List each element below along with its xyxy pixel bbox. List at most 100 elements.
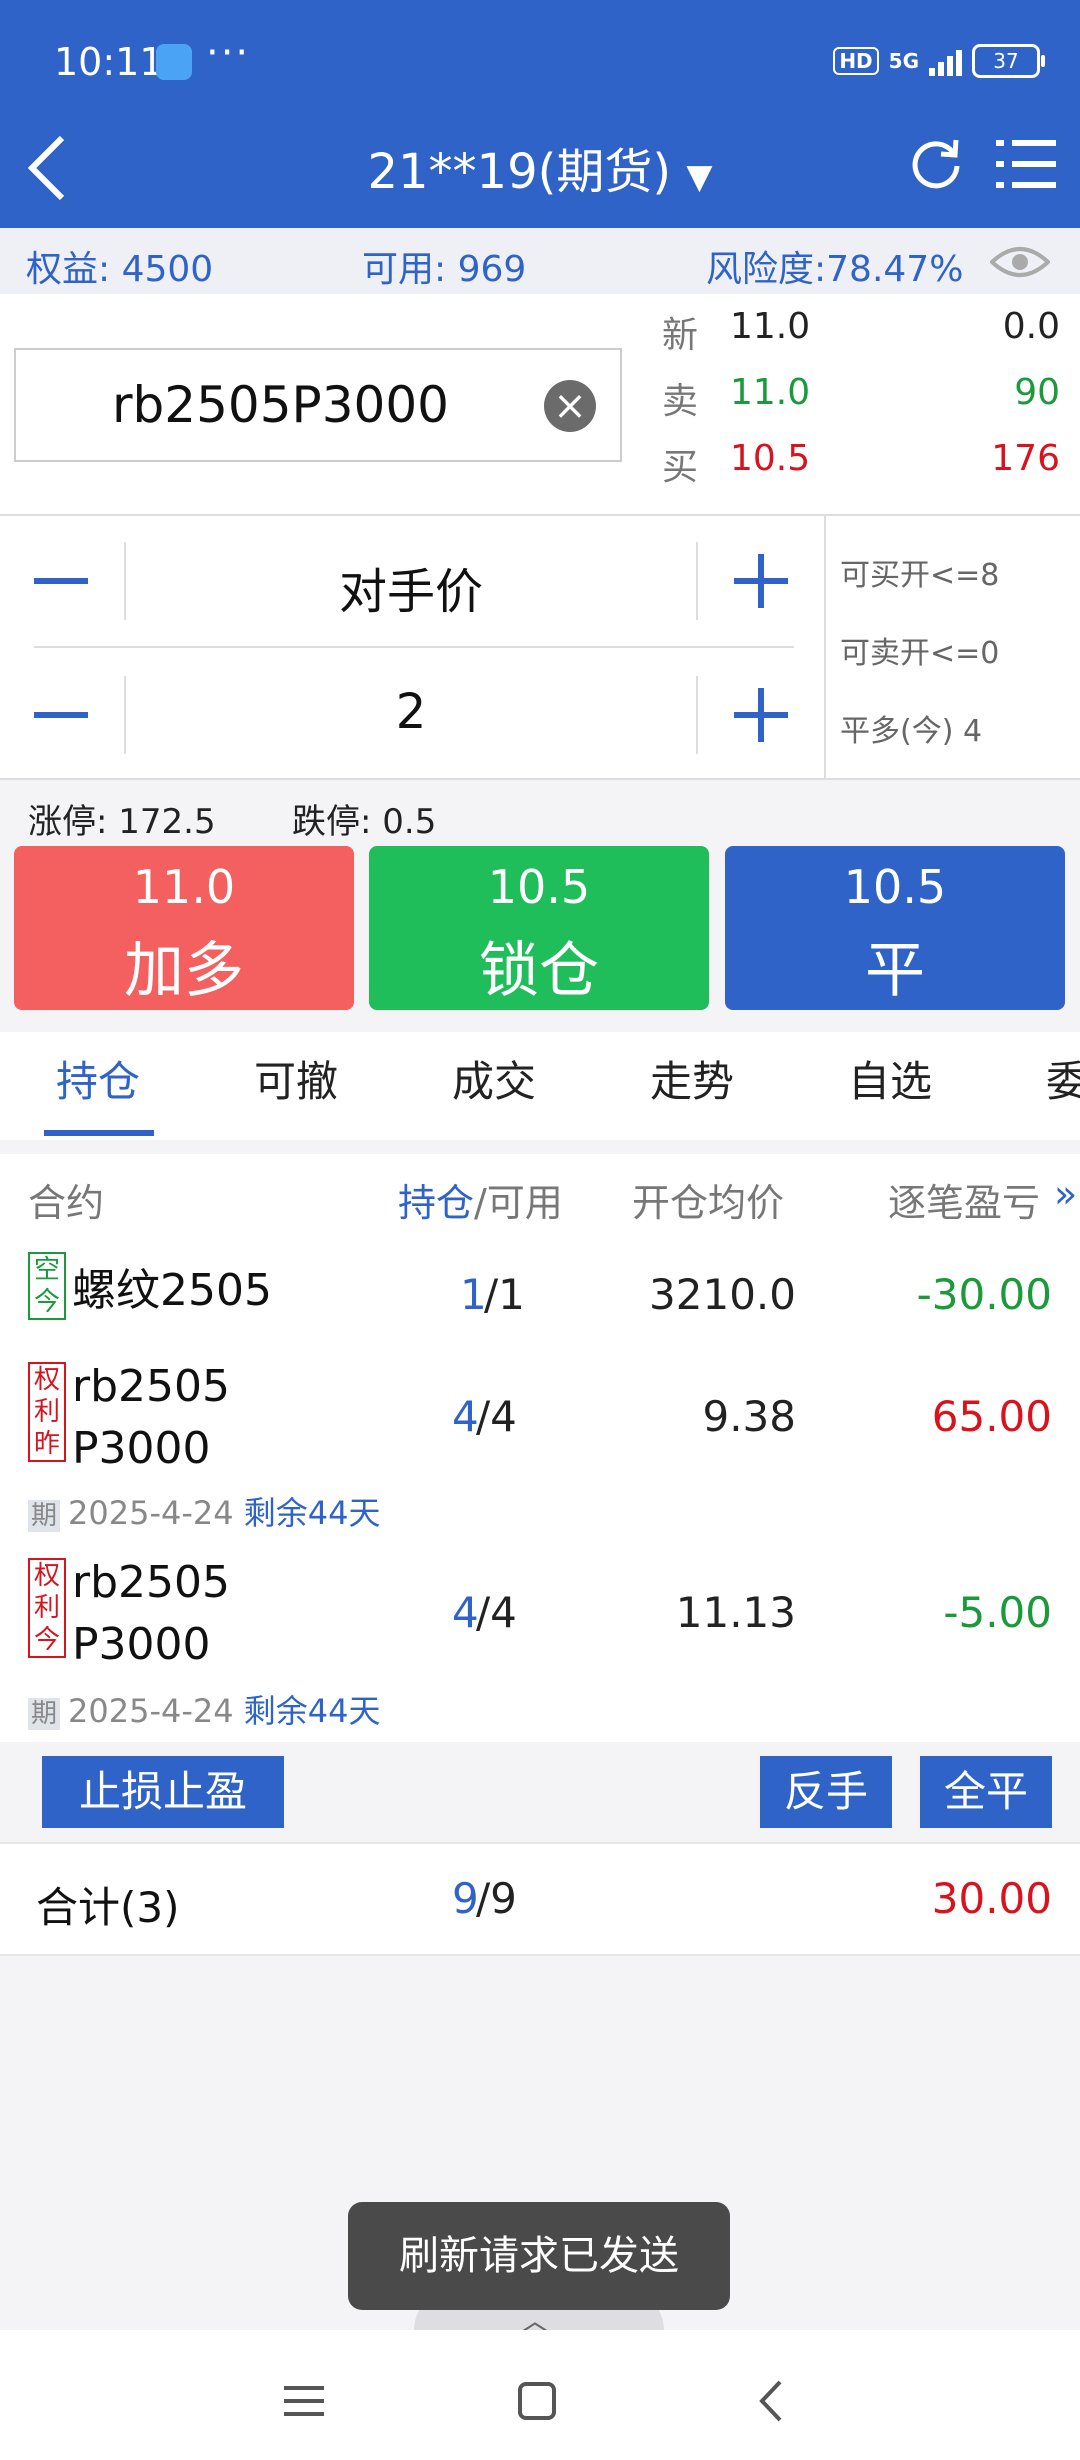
more-columns-icon[interactable]: »	[1054, 1172, 1077, 1216]
toast-message: 刷新请求已发送	[348, 2202, 730, 2310]
button-price: 10.5	[843, 860, 947, 914]
qty-minus-button[interactable]	[34, 712, 88, 718]
add-long-button[interactable]: 11.0 加多	[14, 846, 354, 1010]
button-price: 11.0	[132, 860, 236, 914]
status-time: 10:11	[54, 40, 164, 84]
home-icon[interactable]	[518, 2382, 556, 2420]
account-name: 21**19(期货)	[367, 144, 672, 200]
close-button[interactable]: 10.5 平	[725, 846, 1065, 1010]
tab-positions[interactable]: 持仓	[56, 1048, 140, 1109]
hd-icon: HD	[833, 47, 879, 75]
contract-code: rb2505P3000	[112, 376, 449, 434]
total-pnl: 30.00	[931, 1874, 1052, 1923]
contract-strike: P3000	[72, 1423, 211, 1474]
clear-icon[interactable]: ×	[544, 380, 596, 432]
quote-volume: 176	[991, 438, 1060, 479]
button-label: 平	[865, 936, 925, 1006]
divider	[824, 516, 826, 778]
direction-tag: 空今	[28, 1252, 66, 1320]
close-all-button[interactable]: 全平	[920, 1756, 1052, 1828]
contract-input[interactable]: rb2505P3000 ×	[14, 348, 622, 462]
option-tag: 权利今	[28, 1558, 66, 1658]
quote-label: 新	[662, 315, 699, 356]
table-header: 合约 持仓 /可用 开仓均价 逐笔盈亏 »	[0, 1154, 1080, 1240]
stop-loss-take-profit-button[interactable]: 止损止盈	[42, 1756, 284, 1828]
top-bar: 10:11 ··· HD 5G 37 21**19(期货) ▼	[0, 0, 1080, 228]
tab-watchlist[interactable]: 自选	[848, 1048, 932, 1109]
col-position[interactable]: 持仓	[398, 1172, 474, 1227]
tab-trades[interactable]: 成交	[452, 1048, 536, 1109]
quote-row-bid: 买 10.5 176	[660, 438, 1060, 498]
quote-row-last: 新 11.0 0.0	[660, 306, 1060, 366]
quote-label: 卖	[662, 381, 699, 422]
contract-name: rb2505	[72, 1361, 230, 1412]
action-bar: 止损止盈 反手 全平	[0, 1742, 1080, 1842]
quote-price: 11.0	[730, 306, 811, 347]
quote-volume: 90	[1014, 372, 1060, 413]
position-qty: 4	[452, 1588, 479, 1637]
tag-char: 利	[33, 1397, 60, 1427]
recent-apps-icon[interactable]	[284, 2384, 324, 2418]
total-available: /9	[476, 1874, 517, 1923]
refresh-icon[interactable]	[908, 136, 964, 192]
more-notifications-icon: ···	[206, 30, 251, 76]
expiry-info: 期 2025-4-24 剩余44天	[28, 1488, 381, 1534]
button-price: 10.5	[487, 860, 591, 914]
reverse-button[interactable]: 反手	[760, 1756, 892, 1828]
col-avg-price: 开仓均价	[632, 1181, 785, 1225]
lock-button[interactable]: 10.5 锁仓	[369, 846, 709, 1010]
position-qty: 1	[460, 1270, 487, 1319]
risk-label: 风险度:78.47%	[706, 249, 964, 290]
avg-price: 9.38	[702, 1392, 796, 1441]
nav-back-icon[interactable]	[754, 2378, 788, 2424]
available-qty: /1	[484, 1270, 525, 1319]
col-contract: 合约	[28, 1181, 105, 1225]
tab-orders[interactable]: 委	[1046, 1048, 1080, 1109]
price-minus-button[interactable]	[34, 578, 88, 584]
divider	[34, 646, 794, 648]
table-row[interactable]: 空今 螺纹2505 1/1 3210.0 -30.00	[0, 1238, 1080, 1350]
tab-trend[interactable]: 走势	[650, 1048, 734, 1109]
price-plus-icon[interactable]	[758, 554, 764, 608]
available-label: 可用: 969	[362, 249, 527, 290]
app-notification-icon	[156, 44, 192, 80]
can-buy-open: 可买开<=8	[840, 558, 1000, 593]
table-row[interactable]: 权利昨 rb2505 P3000 4/4 9.38 65.00 期 2025-4-…	[0, 1348, 1080, 1546]
network-label: 5G	[888, 49, 919, 73]
expiry-date: 2025-4-24	[68, 1692, 234, 1730]
qty-plus-icon[interactable]	[758, 688, 764, 742]
quote-panel: rb2505P3000 × 新 11.0 0.0 卖 11.0 90 买 10.…	[0, 294, 1080, 516]
quote-price: 10.5	[730, 438, 811, 479]
expiry-info: 期 2025-4-24 剩余44天	[28, 1686, 381, 1732]
avg-price: 3210.0	[649, 1270, 796, 1319]
divider	[696, 676, 698, 754]
menu-icon[interactable]	[996, 136, 1056, 192]
tag-char: 昨	[33, 1429, 60, 1459]
quote-label: 买	[662, 447, 699, 488]
table-row[interactable]: 权利今 rb2505 P3000 4/4 11.13 -5.00 期 2025-4…	[0, 1544, 1080, 1742]
limit-down: 跌停: 0.5	[292, 802, 437, 842]
contract-name: rb2505	[72, 1557, 230, 1608]
remaining-days: 剩余44天	[243, 1692, 381, 1730]
qty-value[interactable]: 2	[126, 684, 696, 740]
quote-volume: 0.0	[1002, 306, 1060, 347]
signal-icon	[929, 46, 962, 76]
tag-char: 权	[33, 1365, 60, 1395]
expiry-tag: 期	[28, 1500, 60, 1532]
divider	[696, 542, 698, 620]
limit-up: 涨停: 172.5	[28, 802, 216, 842]
active-tab-indicator	[44, 1130, 154, 1136]
price-mode[interactable]: 对手价	[126, 552, 696, 622]
eye-icon[interactable]	[990, 242, 1050, 282]
total-label: 合计(3)	[36, 1883, 180, 1932]
tab-cancelable[interactable]: 可撤	[254, 1048, 338, 1109]
status-indicators: HD 5G 37	[833, 44, 1045, 78]
quote-price: 11.0	[730, 372, 811, 413]
close-long-info: 平多(今) 4	[840, 714, 983, 749]
can-sell-open: 可卖开<=0	[840, 636, 1000, 671]
option-tag: 权利昨	[28, 1362, 66, 1462]
available-qty: /4	[476, 1588, 517, 1637]
equity-label: 权益: 4500	[26, 249, 214, 290]
tab-bar: 持仓 可撤 成交 走势 自选 委	[0, 1032, 1080, 1140]
dropdown-icon: ▼	[686, 157, 713, 197]
